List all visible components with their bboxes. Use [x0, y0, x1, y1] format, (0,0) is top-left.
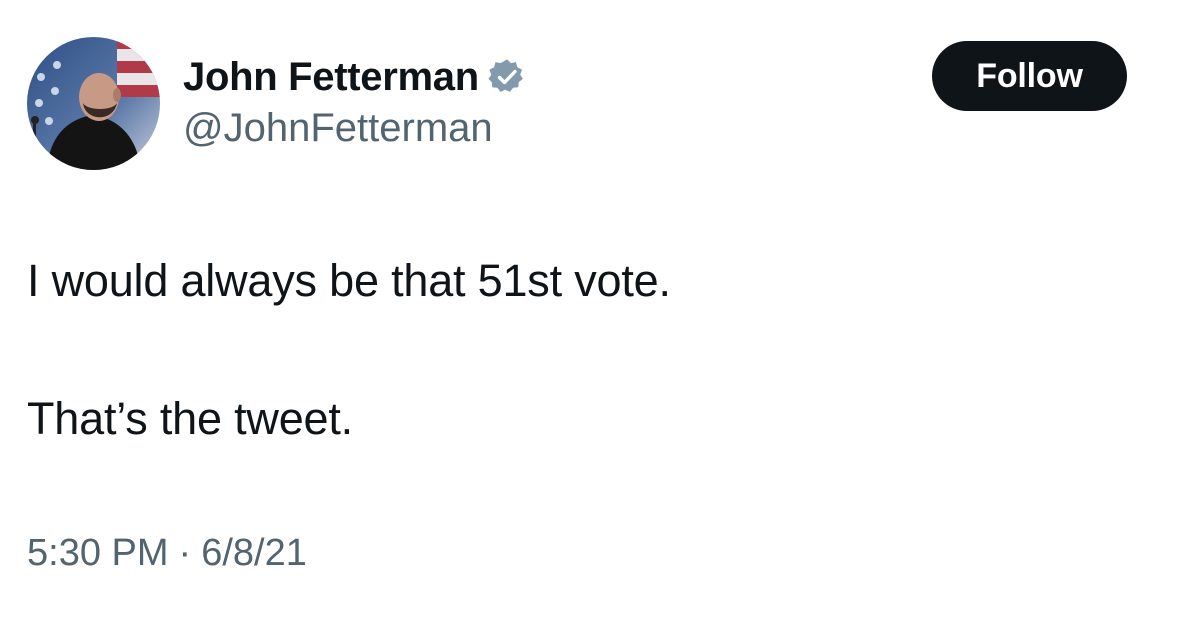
- meta-separator: ·: [178, 532, 192, 574]
- verified-badge-icon[interactable]: [487, 57, 527, 97]
- tweet-text-line: I would always be that 51st vote.: [27, 255, 671, 306]
- avatar-photo: [27, 37, 160, 170]
- follow-button[interactable]: Follow: [932, 41, 1127, 111]
- author-handle[interactable]: @JohnFetterman: [183, 106, 493, 151]
- tweet-time: 5:30 PM: [27, 532, 169, 574]
- tweet-timestamp[interactable]: 5:30 PM · 6/8/21: [27, 532, 307, 575]
- author-name-row[interactable]: John Fetterman: [183, 52, 527, 102]
- avatar[interactable]: [27, 37, 160, 170]
- tweet-date: 6/8/21: [201, 532, 307, 574]
- display-name[interactable]: John Fetterman: [183, 55, 479, 100]
- tweet-text-line: That’s the tweet.: [27, 393, 353, 444]
